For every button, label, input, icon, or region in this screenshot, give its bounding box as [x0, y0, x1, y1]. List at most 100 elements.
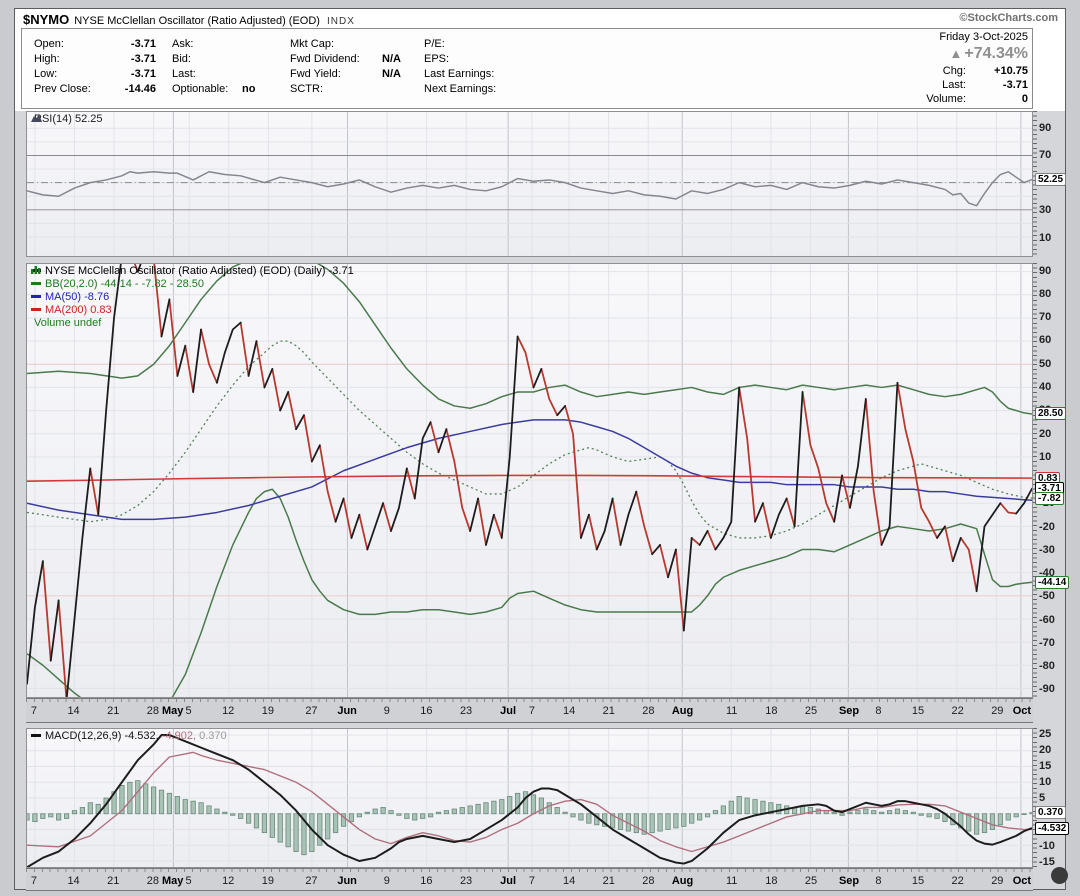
quote-row: EPS: [424, 52, 624, 67]
stat-label: Chg: [942, 65, 966, 77]
value-tag: -3.71 [1035, 482, 1064, 496]
y-axis-minor-ticks [1033, 263, 1037, 698]
y-axis-label: 5 [1039, 792, 1046, 804]
quote-label: Fwd Yield: [290, 68, 341, 80]
date-label: 9 [383, 705, 390, 717]
date-label: 18 [765, 705, 778, 717]
y-axis-label: 30 [1039, 404, 1052, 417]
legend-row: Volume undef [31, 266, 354, 330]
rsi-panel: RSI(14) 52.25 [26, 111, 1033, 257]
stat-rows: Chg: +10.75 Last: -3.71 Volume: 0 [838, 64, 1028, 106]
stat-row: Volume: 0 [838, 92, 1028, 106]
quote-value: -3.71 [130, 38, 156, 50]
date-label: 22 [951, 705, 964, 717]
main-legend: NYSE McClellan Oscillator (Ratio Adjuste… [31, 265, 354, 330]
y-axis-label: 15 [1039, 760, 1052, 773]
y-axis-label: 25 [1039, 728, 1052, 741]
date-label: 25 [804, 875, 818, 887]
quote-label: Last: [172, 68, 196, 80]
percent-change-value: +74.34% [964, 45, 1028, 62]
stat-label: Volume: [926, 93, 966, 105]
date-line: Friday 3-Oct-2025 [939, 31, 1028, 43]
y-axis-label: -80 [1039, 660, 1055, 673]
title-bar: $NYMO NYSE McClellan Oscillator (Ratio Ad… [23, 12, 355, 27]
date-label: 19 [261, 705, 274, 717]
watermark-dot [1051, 867, 1068, 884]
y-axis-label: 10 [1039, 231, 1052, 244]
stat-label: Last: [942, 79, 966, 91]
stat-value: +10.75 [994, 65, 1028, 77]
date-label: 22 [951, 875, 964, 887]
date-label: 28 [642, 875, 655, 887]
chart-title: NYSE McClellan Oscillator (Ratio Adjuste… [74, 15, 320, 27]
y-axis-label: 40 [1039, 380, 1052, 393]
stat-row: Chg: +10.75 [838, 64, 1028, 78]
date-label: 14 [563, 875, 576, 887]
y-axis-label: 50 [1039, 357, 1052, 370]
quote-row: Last Earnings: [424, 67, 624, 82]
quote-label: Last Earnings: [424, 68, 495, 80]
quote-row: Next Earnings: [424, 82, 624, 97]
date-label: 23 [459, 875, 473, 887]
date-label: 5 [185, 705, 192, 717]
date-label: 9 [383, 875, 390, 887]
quote-column: P/E: EPS: Last Earnings: Next Earnings: [424, 37, 624, 97]
percent-change: ▲ +74.34% [838, 45, 1028, 64]
macd-swatch [31, 733, 41, 737]
quote-label: Ask: [172, 38, 194, 50]
date-label: Aug [671, 705, 694, 717]
y-axis-label: 70 [1039, 149, 1052, 162]
y-axis-label: -60 [1039, 613, 1055, 626]
quote-label: EPS: [424, 53, 450, 65]
date-label: 25 [804, 705, 818, 717]
date-label: 11 [725, 875, 738, 887]
macd-panel: MACD(12,26,9) -4.532, -4.902, 0.370 [26, 728, 1033, 868]
quote-label: Fwd Dividend: [290, 53, 360, 65]
symbol: $NYMO [23, 12, 70, 27]
y-axis-label: -20 [1039, 520, 1055, 533]
quote-label: Prev Close: [34, 83, 91, 95]
date-label: 15 [911, 875, 925, 887]
date-axis-bottom: 7 14 21 28 May 5 12 19 27 Jun 9 16 23 Jul 7 14 21 28 Aug 11… [26, 868, 1033, 891]
y-axis-label: -30 [1039, 543, 1055, 556]
macd-legend: MACD(12,26,9) -4.532, -4.902, 0.370 [31, 730, 227, 743]
value-tag: -44.14 [1035, 576, 1070, 590]
y-axis-label: -10 [1039, 497, 1055, 510]
quote-label: Mkt Cap: [290, 38, 335, 50]
main-chart-panel: NYSE McClellan Oscillator (Ratio Adjuste… [26, 263, 1033, 698]
y-axis-label: -10 [1039, 839, 1055, 852]
date-label: Jun [337, 705, 357, 717]
date-label: 21 [602, 875, 615, 887]
date-label: 7 [30, 705, 37, 717]
quote-label: Open: [34, 38, 64, 50]
stat-row: Last: -3.71 [838, 78, 1028, 92]
value-tag: -4.532 [1035, 821, 1070, 835]
y-axis-label: -40 [1039, 567, 1055, 580]
date-label: 12 [222, 705, 235, 717]
y-axis-label: 80 [1039, 287, 1052, 300]
date-label: Jun [337, 875, 357, 887]
quote-label: P/E: [424, 38, 445, 50]
y-axis-minor-ticks [1033, 111, 1037, 257]
date-label: Oct [1012, 875, 1032, 887]
stockcharts-page: $NYMO NYSE McClellan Oscillator (Ratio Ad… [0, 0, 1080, 896]
quote-label: Next Earnings: [424, 83, 497, 95]
quote-label: Bid: [172, 53, 191, 65]
copyright: ©StockCharts.com [959, 12, 1058, 24]
y-axis-minor-ticks [1033, 728, 1037, 868]
y-axis-label: 20 [1039, 427, 1052, 440]
quote-row: Open: -3.71 [34, 37, 156, 52]
stat-value: 0 [1021, 93, 1028, 105]
date-label: 7 [528, 705, 535, 717]
date-label: 14 [67, 705, 80, 717]
up-arrow-icon: ▲ [949, 46, 963, 61]
quote-column: Open: -3.71 High: -3.71 Low: -3.71 Prev Close:… [34, 37, 156, 97]
date-label: 16 [420, 705, 433, 717]
date-label: 7 [30, 875, 37, 887]
stat-value: -3.71 [1002, 79, 1028, 91]
value-tag: 52.25 [1035, 173, 1067, 187]
date-axis-top: 7 14 21 28 May 5 12 19 27 Jun 9 16 23 Jul 7 14 21 28 Aug 11… [26, 698, 1033, 723]
y-axis-label: 10 [1039, 776, 1052, 789]
date-label: Aug [671, 875, 694, 887]
date-label: 7 [528, 875, 535, 887]
